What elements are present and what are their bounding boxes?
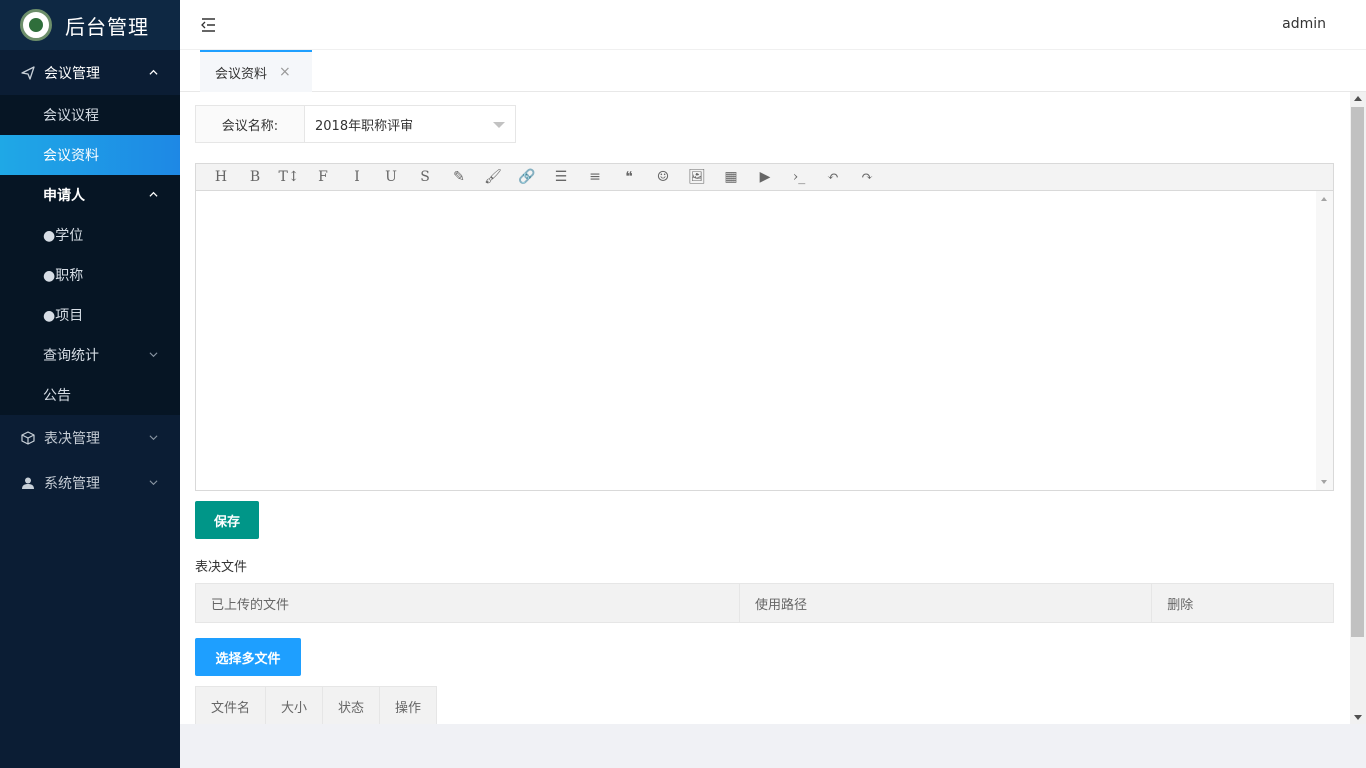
- section-title: 表决文件: [195, 560, 248, 575]
- sidebar-item-label: ●学位: [43, 228, 84, 244]
- sidebar-item-label: 查询统计: [43, 348, 99, 364]
- files-table-header: 已上传的文件 使用路径 删除: [195, 583, 1334, 623]
- column-header: 删除: [1167, 597, 1194, 613]
- align-icon[interactable]: ≡: [578, 164, 612, 190]
- column-header: 使用路径: [740, 584, 1153, 622]
- column-header: 状态: [323, 687, 381, 724]
- cube-icon: [20, 430, 36, 446]
- sidebar-item-label: 会议议程: [43, 108, 99, 124]
- sidebar-item-label: ●职称: [43, 268, 84, 284]
- send-icon: [20, 65, 36, 81]
- sidebar-group-system[interactable]: 系统管理: [0, 460, 180, 505]
- video-icon[interactable]: ▶: [748, 164, 782, 190]
- scroll-up-icon[interactable]: [1354, 96, 1362, 101]
- brand: 后台管理: [0, 0, 180, 50]
- bold-icon[interactable]: B: [238, 164, 272, 190]
- sidebar-item-label: 申请人: [43, 188, 85, 204]
- sidebar-item-stats[interactable]: 查询统计: [0, 335, 180, 375]
- font-icon[interactable]: F: [306, 164, 340, 190]
- menu-toggle-icon[interactable]: [200, 16, 216, 34]
- heading-icon[interactable]: H: [204, 164, 238, 190]
- chevron-up-icon: [149, 69, 158, 75]
- column-header: 大小: [266, 687, 324, 724]
- sidebar-item-agenda[interactable]: 会议议程: [0, 95, 180, 135]
- meeting-name-label: 会议名称:: [195, 105, 305, 143]
- link-icon[interactable]: 🔗: [510, 164, 544, 190]
- code-icon[interactable]: ›_: [782, 164, 816, 190]
- tab-label: 会议资料: [215, 66, 268, 82]
- logo-icon: [20, 9, 52, 41]
- tab-materials[interactable]: 会议资料 ×: [200, 50, 312, 92]
- top-bar: admin: [180, 0, 1366, 50]
- sidebar: 后台管理 会议管理 会议议程 会议资料 申请人 ●学位 ●职称 ●项目 查询统计…: [0, 0, 180, 768]
- text-size-icon[interactable]: T↕: [272, 164, 306, 190]
- sidebar-item-degree[interactable]: ●学位: [0, 215, 180, 255]
- emoji-icon[interactable]: ☺: [646, 164, 680, 190]
- sidebar-group-meeting[interactable]: 会议管理: [0, 50, 180, 95]
- meeting-name-select[interactable]: 2018年职称评审: [305, 105, 516, 143]
- chevron-down-icon: [149, 352, 158, 358]
- upload-queue-header: 文件名 大小 状态 操作: [195, 686, 438, 724]
- page-scrollbar[interactable]: [1350, 92, 1366, 724]
- italic-icon[interactable]: I: [340, 164, 374, 190]
- column-header: 操作: [395, 700, 422, 716]
- sidebar-item-project[interactable]: ●项目: [0, 295, 180, 335]
- bullet-list-icon[interactable]: ☰: [544, 164, 578, 190]
- scroll-down-icon[interactable]: [1354, 715, 1362, 720]
- app-title: 后台管理: [65, 14, 149, 39]
- close-icon[interactable]: ×: [279, 64, 291, 80]
- table-icon[interactable]: ▦: [714, 164, 748, 190]
- sidebar-group-vote[interactable]: 表决管理: [0, 415, 180, 460]
- quote-icon[interactable]: ❝: [612, 164, 646, 190]
- scroll-thumb[interactable]: [1351, 107, 1364, 637]
- sidebar-item-title[interactable]: ●职称: [0, 255, 180, 295]
- sidebar-item-label: 公告: [43, 388, 71, 404]
- sidebar-group-label: 表决管理: [44, 430, 100, 447]
- chevron-down-icon: [149, 480, 158, 486]
- column-header: 已上传的文件: [196, 584, 741, 622]
- underline-icon[interactable]: U: [374, 164, 408, 190]
- sidebar-item-materials[interactable]: 会议资料: [0, 135, 180, 175]
- meeting-name-field: 会议名称: 2018年职称评审: [195, 105, 516, 143]
- select-multi-files-button[interactable]: 选择多文件: [195, 638, 301, 676]
- highlight-icon[interactable]: ✎: [442, 164, 476, 190]
- undo-icon[interactable]: ↶: [816, 164, 850, 190]
- rich-text-editor: H B T↕ F I U S ✎ 🖌 🔗 ☰ ≡ ❝ ☺ 🖼 ▦ ▶ ›_ ↶ ↷: [195, 163, 1334, 491]
- chevron-up-icon: [149, 191, 158, 197]
- sidebar-item-label: 会议资料: [43, 148, 99, 164]
- redo-icon[interactable]: ↷: [850, 164, 884, 190]
- caret-down-icon: [493, 122, 505, 128]
- sidebar-item-applicant[interactable]: 申请人: [0, 175, 180, 215]
- image-icon[interactable]: 🖼: [680, 164, 714, 190]
- sidebar-submenu-meeting: 会议议程 会议资料 申请人 ●学位 ●职称 ●项目 查询统计 公告: [0, 95, 180, 415]
- sidebar-group-label: 系统管理: [44, 475, 100, 492]
- sidebar-group-label: 会议管理: [44, 65, 100, 82]
- column-header: 文件名: [196, 687, 267, 724]
- main-content: 会议名称: 2018年职称评审 H B T↕ F I U S ✎ 🖌 🔗 ☰ ≡ ❝ ☺ 🖼 ▦ ▶ ›_ ↶ ↷ 保…: [180, 92, 1350, 724]
- editor-textarea[interactable]: [196, 191, 1316, 490]
- editor-scrollbar[interactable]: [1316, 191, 1333, 490]
- footer-strip: [180, 724, 1366, 768]
- strikethrough-icon[interactable]: S: [408, 164, 442, 190]
- sidebar-item-label: ●项目: [43, 308, 84, 324]
- sidebar-item-notice[interactable]: 公告: [0, 375, 180, 415]
- tab-bar: 会议资料 ×: [180, 50, 1366, 92]
- editor-toolbar: H B T↕ F I U S ✎ 🖌 🔗 ☰ ≡ ❝ ☺ 🖼 ▦ ▶ ›_ ↶ ↷: [196, 164, 1333, 191]
- brush-icon[interactable]: 🖌: [476, 164, 510, 190]
- user-icon: [20, 475, 36, 491]
- save-button[interactable]: 保存: [195, 501, 259, 539]
- chevron-down-icon: [149, 435, 158, 441]
- meeting-name-value: 2018年职称评审: [315, 118, 414, 134]
- user-name[interactable]: admin: [1282, 16, 1326, 32]
